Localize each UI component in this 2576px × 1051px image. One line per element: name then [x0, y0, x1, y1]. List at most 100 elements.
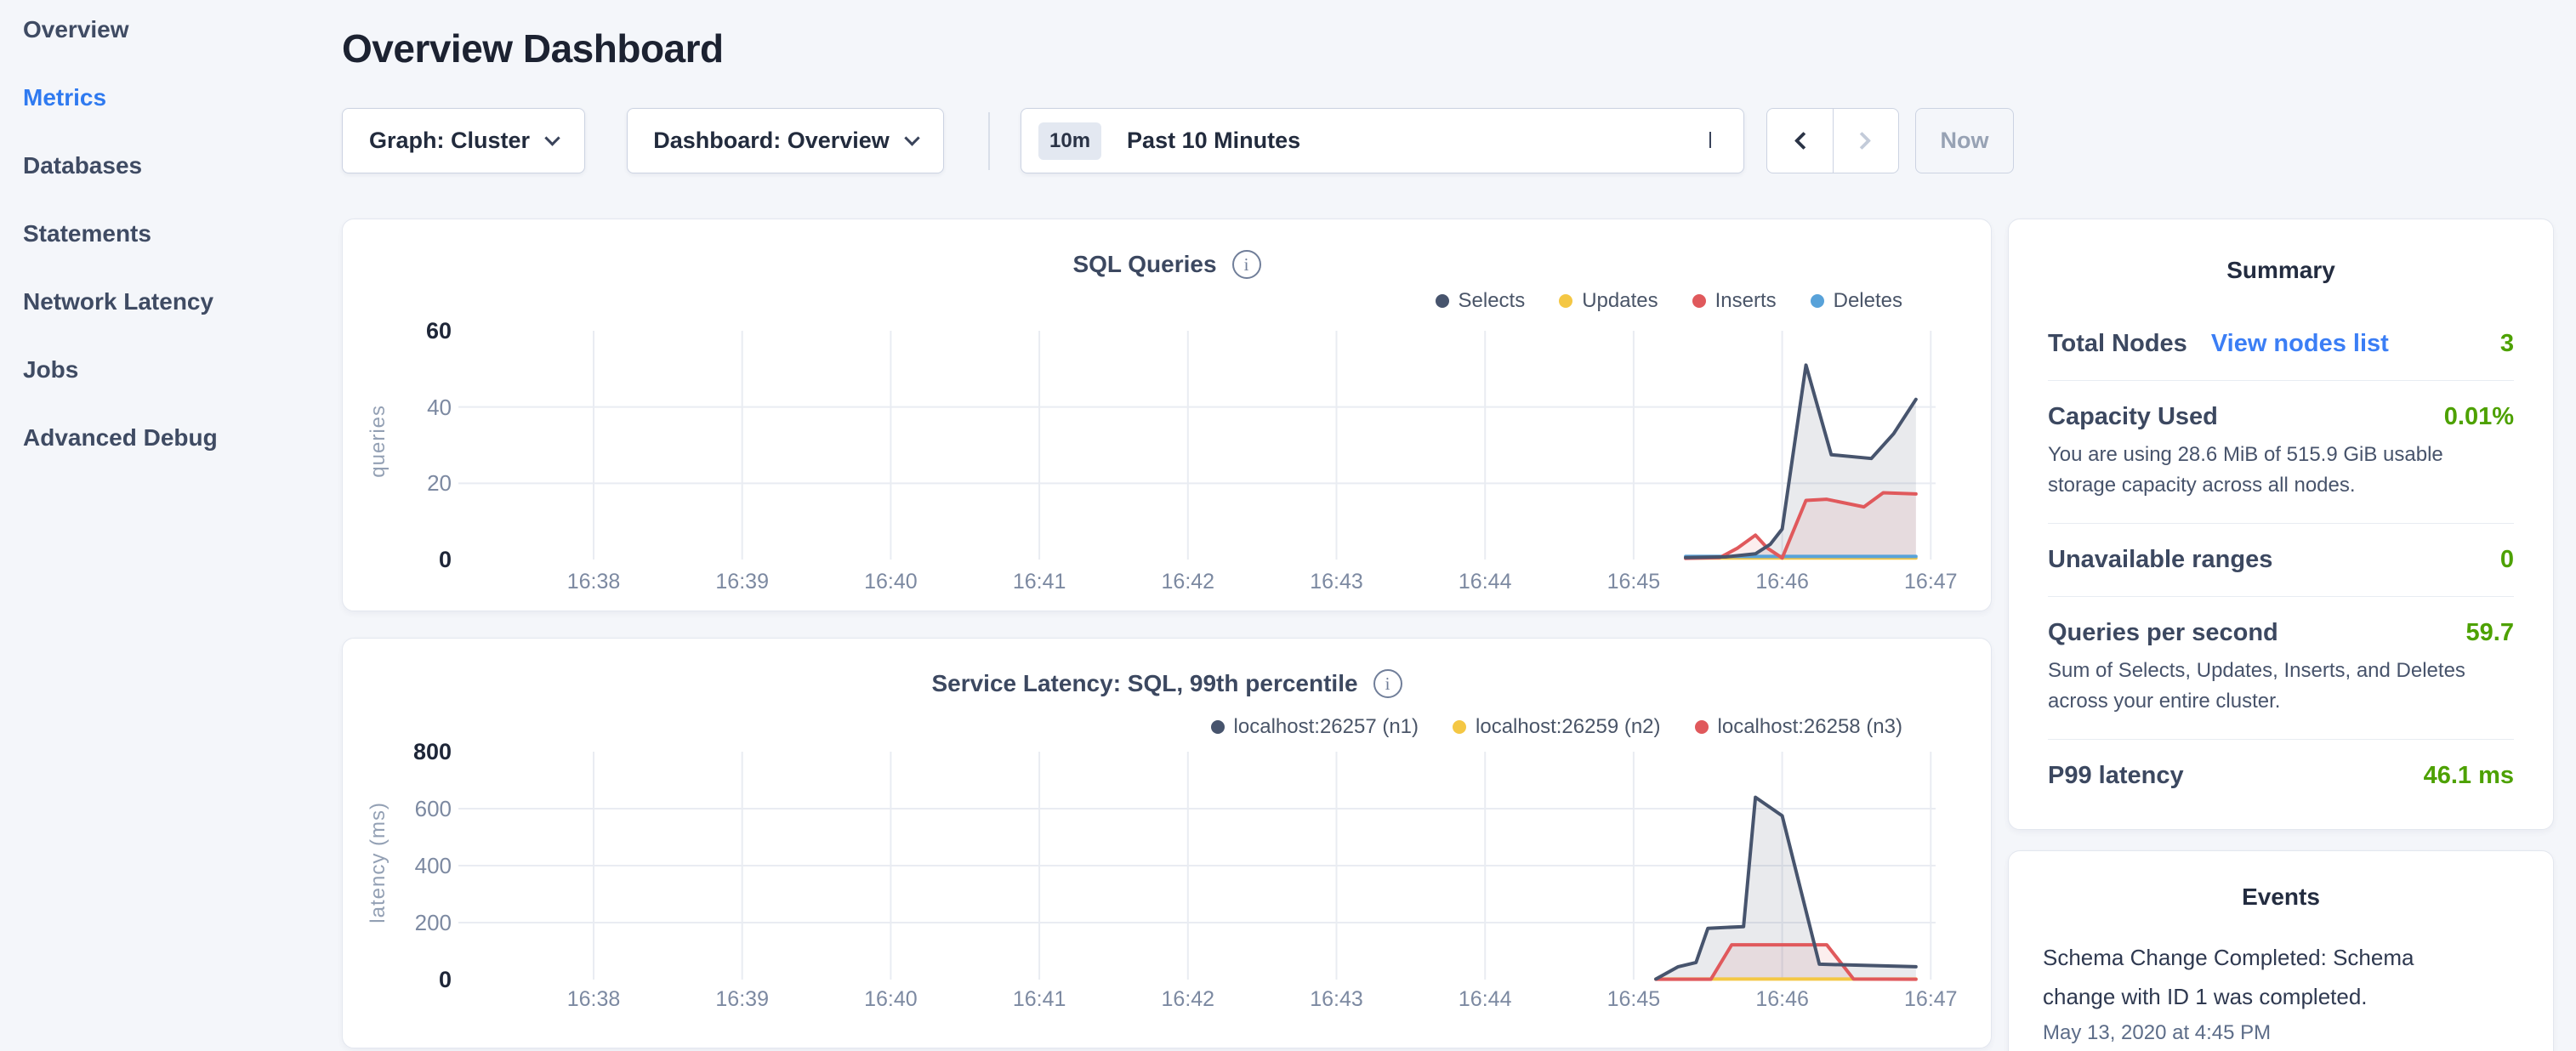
summary-row: P99 latency 46.1 ms: [2048, 740, 2514, 812]
chart-title: SQL Queries: [1072, 251, 1216, 278]
legend-label: Selects: [1459, 289, 1526, 313]
dashboard-dropdown-label: Dashboard: Overview: [653, 128, 890, 154]
legend-item: localhost:26257 (n1): [1211, 715, 1419, 739]
legend-label: localhost:26257 (n1): [1234, 715, 1419, 739]
summary-row-label: Unavailable ranges: [2048, 546, 2272, 574]
info-icon[interactable]: [1232, 250, 1261, 279]
legend-dot: [1811, 294, 1824, 308]
sidebar-item-databases[interactable]: Databases: [23, 154, 218, 178]
sidebar-item-metrics[interactable]: Metrics: [23, 86, 218, 110]
x-axis-tick-label: 16:45: [1574, 987, 1693, 1012]
events-title: Events: [2043, 883, 2519, 911]
legend-item: localhost:26258 (n3): [1695, 715, 1902, 739]
x-axis-tick-label: 16:41: [980, 570, 1099, 594]
summary-row-head: Total Nodes View nodes list 3: [2048, 330, 2514, 358]
time-window-prev-button[interactable]: [1767, 109, 1833, 173]
summary-row-value: 46.1 ms: [2424, 762, 2514, 790]
x-axis-tick-label: 16:40: [831, 570, 950, 594]
y-axis-tick-label: 0: [343, 969, 452, 991]
legend-item: Updates: [1559, 289, 1658, 313]
overview-dashboard-page: { "sidebar": { "items": [ {"label": "Ove…: [0, 0, 2576, 1051]
sidebar-item-overview[interactable]: Overview: [23, 18, 218, 42]
y-axis-tick-label: 800: [343, 741, 452, 764]
sidebar-nav: Overview Metrics Databases Statements Networ…: [23, 18, 218, 494]
dashboard-controls: Graph: Cluster Dashboard: Overview 10m P…: [342, 108, 2014, 173]
x-axis-tick-label: 16:43: [1277, 570, 1396, 594]
dashboard-dropdown[interactable]: Dashboard: Overview: [627, 108, 944, 173]
service-latency-chart-card: Service Latency: SQL, 99th percentile lo…: [342, 638, 1992, 1048]
summary-rows: Total Nodes View nodes list 3 Capacity Used…: [2048, 330, 2514, 812]
legend-label: Updates: [1582, 289, 1658, 313]
x-axis-tick-label: 16:39: [683, 570, 802, 594]
summary-row-label: Capacity Used: [2048, 403, 2218, 431]
x-axis-tick-label: 16:46: [1723, 570, 1842, 594]
x-axis-tick-label: 16:44: [1425, 570, 1544, 594]
summary-row-head: Capacity Used 0.01%: [2048, 403, 2514, 431]
event-timestamp: May 13, 2020 at 4:45 PM: [2043, 1021, 2519, 1045]
x-axis-tick-label: 16:43: [1277, 987, 1396, 1012]
summary-row-value: 0.01%: [2444, 403, 2514, 431]
x-axis-tick-label: 16:44: [1425, 987, 1544, 1012]
sidebar-item-advanced-debug[interactable]: Advanced Debug: [23, 426, 218, 450]
sidebar-item-network-latency[interactable]: Network Latency: [23, 290, 218, 314]
events-list: Schema Change Completed: Schema change w…: [2043, 938, 2519, 1045]
time-window-step-group: [1766, 108, 1899, 173]
summary-row-description: You are using 28.6 MiB of 515.9 GiB usab…: [2048, 440, 2514, 501]
graph-source-dropdown[interactable]: Graph: Cluster: [342, 108, 585, 173]
event-message: Schema Change Completed: Schema change w…: [2043, 938, 2449, 1016]
chart-title: Service Latency: SQL, 99th percentile: [931, 670, 1357, 697]
y-axis-tick-label: 60: [343, 320, 452, 343]
summary-row-label: Total Nodes: [2048, 330, 2187, 358]
page-title: Overview Dashboard: [342, 26, 724, 71]
info-icon[interactable]: [1373, 669, 1402, 698]
y-axis-tick-label: 0: [343, 548, 452, 571]
view-nodes-link[interactable]: View nodes list: [2211, 330, 2389, 358]
summary-row-value: 0: [2500, 546, 2514, 574]
legend-dot: [1692, 294, 1706, 308]
x-axis-tick-label: 16:39: [683, 987, 802, 1012]
now-button[interactable]: Now: [1915, 108, 2014, 173]
chevron-down-icon: [1709, 132, 1711, 147]
service-latency-plot[interactable]: [458, 752, 1936, 980]
x-axis-tick-label: 16:41: [980, 987, 1099, 1012]
summary-title: Summary: [2048, 257, 2514, 284]
y-axis-tick-label: 600: [343, 798, 452, 821]
summary-row: Total Nodes View nodes list 3: [2048, 330, 2514, 381]
y-axis-tick-label: 20: [343, 472, 452, 495]
y-axis-tick-label: 400: [343, 855, 452, 878]
sql-queries-chart-card: SQL Queries Selects Updates Inserts Deletes…: [342, 219, 1992, 611]
chart-legend: localhost:26257 (n1) localhost:26259 (n2)…: [1211, 715, 1902, 739]
x-axis-tick-label: 16:40: [831, 987, 950, 1012]
summary-row-value: 59.7: [2466, 619, 2514, 647]
sidebar-item-statements[interactable]: Statements: [23, 222, 218, 246]
legend-label: Deletes: [1834, 289, 1902, 313]
legend-dot: [1453, 720, 1466, 734]
legend-item: localhost:26259 (n2): [1453, 715, 1660, 739]
legend-label: localhost:26258 (n3): [1718, 715, 1902, 739]
sidebar-item-jobs[interactable]: Jobs: [23, 358, 218, 382]
chart-legend: Selects Updates Inserts Deletes: [1436, 289, 1903, 313]
summary-row-value: 3: [2500, 330, 2514, 358]
chevron-left-icon: [1794, 132, 1812, 150]
x-axis-tick-label: 16:46: [1723, 987, 1842, 1012]
summary-row: Capacity Used 0.01% You are using 28.6 MiB…: [2048, 381, 2514, 524]
cluster-summary-panel: Summary Total Nodes View nodes list 3 Capac…: [2008, 219, 2554, 830]
sql-queries-plot[interactable]: [458, 331, 1936, 560]
events-panel: Events Schema Change Completed: Schema c…: [2008, 850, 2554, 1051]
x-axis-tick-label: 16:42: [1129, 987, 1248, 1012]
chevron-right-icon: [1853, 132, 1871, 150]
summary-row: Queries per second59.7Sum of Selects, Up…: [2048, 597, 2514, 740]
event-list-item[interactable]: Schema Change Completed: Schema change w…: [2043, 938, 2519, 1045]
time-window-next-button[interactable]: [1833, 109, 1899, 173]
summary-row-head: P99 latency 46.1 ms: [2048, 762, 2514, 790]
legend-item: Deletes: [1811, 289, 1902, 313]
time-window-dropdown[interactable]: 10m Past 10 Minutes: [1021, 108, 1744, 173]
legend-dot: [1211, 720, 1225, 734]
legend-dot: [1436, 294, 1449, 308]
x-axis-tick-label: 16:47: [1871, 987, 1990, 1012]
legend-label: Inserts: [1715, 289, 1777, 313]
legend-dot: [1695, 720, 1709, 734]
legend-item: Inserts: [1692, 289, 1777, 313]
summary-row-label: P99 latency: [2048, 762, 2184, 790]
legend-item: Selects: [1436, 289, 1526, 313]
